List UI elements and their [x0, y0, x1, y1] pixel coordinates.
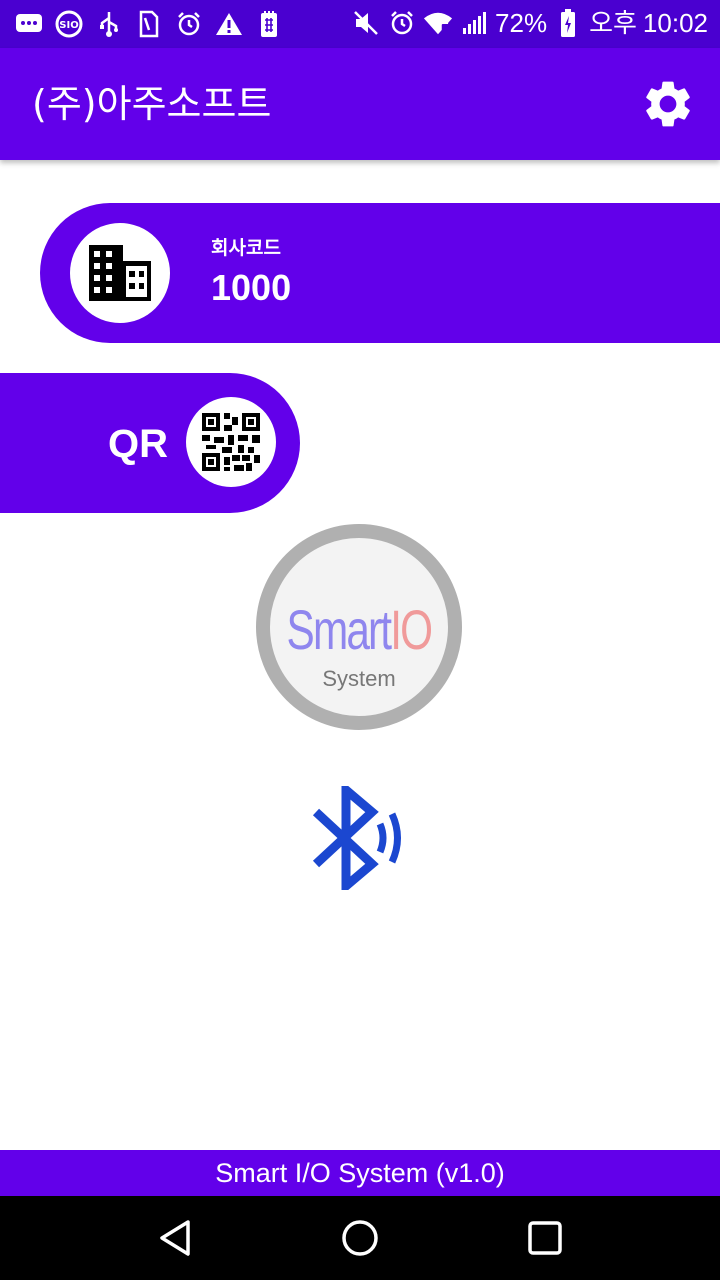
page-title: (주)아주소프트: [32, 82, 272, 126]
back-icon: [160, 1220, 190, 1256]
back-button[interactable]: [154, 1216, 198, 1260]
recents-button[interactable]: [523, 1216, 567, 1260]
qr-icon-badge: [186, 397, 276, 487]
usb-icon: [94, 8, 124, 40]
status-bar-notifications: SIO: [14, 8, 284, 40]
logo-system-text: System: [322, 666, 395, 691]
alarm-icon: [174, 8, 204, 40]
qr-code-icon: [202, 413, 260, 471]
recents-icon: [528, 1221, 562, 1255]
message-icon: [14, 8, 44, 40]
logo-io-text: IO: [390, 600, 431, 662]
gear-icon: [646, 81, 690, 127]
company-code-card[interactable]: 회사코드 1000: [40, 203, 720, 343]
building-icon: [89, 245, 151, 301]
mute-icon: [351, 6, 381, 40]
warning-icon: [214, 8, 244, 40]
wifi-icon: [423, 6, 453, 40]
qr-label: QR: [108, 422, 168, 466]
home-button[interactable]: [338, 1216, 382, 1260]
sim-icon: [134, 8, 164, 40]
clock-time: 10:02: [642, 8, 708, 38]
qr-button[interactable]: QR: [0, 373, 300, 513]
company-code-label: 회사코드: [211, 237, 281, 259]
company-code-value: 1000: [211, 267, 292, 308]
company-icon-badge: [70, 223, 170, 323]
svg-text:SmartIO: SmartIO: [287, 600, 432, 662]
status-bar-system: 72% 오후 10:02: [351, 6, 708, 40]
navigation-bar: [0, 1196, 720, 1280]
battery-percent: 72%: [495, 8, 548, 38]
alarm-icon: [387, 6, 417, 40]
status-bar: SIO 72% 오후 10:02: [0, 0, 720, 48]
home-icon: [342, 1220, 378, 1256]
battery-icon: [553, 6, 583, 40]
settings-button[interactable]: [640, 76, 696, 132]
smartio-logo: SmartIO System: [254, 522, 464, 732]
app-bar: (주)아주소프트: [0, 48, 720, 160]
sio-app-icon: SIO: [54, 8, 84, 40]
footer-version: Smart I/O System (v1.0): [0, 1150, 720, 1196]
clock-ampm: 오후: [589, 8, 637, 38]
svg-text:SIO: SIO: [59, 20, 78, 31]
storage-icon: [254, 8, 284, 40]
bluetooth-audio-icon[interactable]: [310, 780, 410, 896]
logo-smart-text: Smart: [287, 600, 393, 662]
signal-icon: [459, 6, 489, 40]
